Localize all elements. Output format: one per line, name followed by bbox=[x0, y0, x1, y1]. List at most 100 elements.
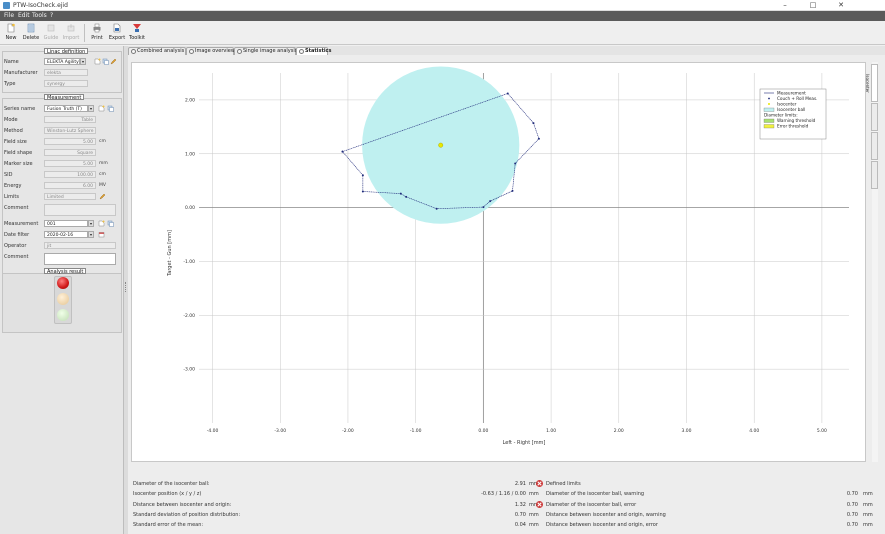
result-right-value: 0.70 bbox=[846, 512, 858, 518]
linac-header: Linac definition bbox=[44, 48, 89, 55]
measurement-point bbox=[532, 122, 535, 125]
series-comment-label: Comment bbox=[4, 205, 29, 211]
edit-pencil-icon[interactable] bbox=[99, 193, 106, 200]
result-value: 1.32 bbox=[514, 502, 526, 508]
toolbar-separator bbox=[84, 24, 85, 42]
delete-button[interactable]: Delete bbox=[22, 23, 40, 43]
legend-warning: Warning threshold bbox=[777, 118, 816, 123]
energy-field: 6.00 bbox=[44, 182, 96, 189]
statistics-icon bbox=[299, 49, 304, 54]
series-name-label: Series name bbox=[4, 106, 36, 112]
menu-edit[interactable]: Edit bbox=[18, 12, 30, 19]
operator-field[interactable]: jit bbox=[44, 242, 116, 249]
calendar-icon[interactable] bbox=[98, 231, 105, 238]
copy-linac-icon[interactable] bbox=[102, 58, 109, 65]
x-tick-label: 0.00 bbox=[478, 428, 488, 434]
isocenter-chart[interactable]: -4.00 -3.00 -2.00 -1.00 0.00 1.00 2.00 3.00 4.00… bbox=[132, 63, 867, 463]
measurement-point bbox=[399, 192, 402, 195]
result-right-value: 0.70 bbox=[846, 502, 858, 508]
measurement-point bbox=[537, 137, 540, 140]
series-name-combo[interactable]: Fusion Truth (T) bbox=[44, 105, 88, 112]
field-size-field: 5.00 bbox=[44, 138, 96, 145]
splitter-grip[interactable] bbox=[125, 282, 127, 292]
measurement-point bbox=[482, 206, 485, 209]
new-linac-icon[interactable] bbox=[94, 58, 101, 65]
sid-field: 100.00 bbox=[44, 171, 96, 178]
measurement-point bbox=[341, 150, 344, 153]
tab-statistics[interactable]: Statistics bbox=[296, 47, 332, 55]
import-button[interactable]: Import bbox=[62, 23, 80, 43]
chevron-down-icon[interactable]: ▾ bbox=[88, 220, 94, 227]
chevron-down-icon[interactable]: ▾ bbox=[80, 58, 86, 65]
error-icon bbox=[536, 501, 543, 508]
result-unit: mm bbox=[529, 512, 539, 518]
results-panel: Diameter of the isocenter ball: 2.91 mm … bbox=[128, 476, 885, 534]
measurement-point bbox=[511, 189, 514, 192]
minimize-button[interactable]: – bbox=[771, 0, 799, 11]
side-tab-4[interactable] bbox=[871, 161, 878, 189]
red-light bbox=[57, 277, 69, 289]
result-right-label: Defined limits bbox=[546, 481, 581, 487]
side-tab-2[interactable] bbox=[871, 103, 878, 131]
y-tick-label: -3.00 bbox=[183, 367, 195, 373]
field-size-label: Field size bbox=[4, 139, 27, 145]
measurement-combo[interactable]: 001 bbox=[44, 220, 88, 227]
menu-file[interactable]: File bbox=[4, 12, 14, 19]
yellow-light bbox=[57, 293, 69, 305]
sid-label: SID bbox=[4, 172, 13, 178]
result-label: Distance between isocenter and origin: bbox=[133, 502, 232, 508]
edit-pencil-icon[interactable] bbox=[110, 58, 117, 65]
menu-help[interactable]: ? bbox=[50, 12, 53, 19]
y-tick-label: 2.00 bbox=[185, 97, 195, 103]
print-button[interactable]: Print bbox=[88, 23, 106, 43]
new-measurement-icon[interactable] bbox=[98, 220, 105, 227]
field-shape-label: Field shape bbox=[4, 150, 33, 156]
image-icon bbox=[189, 49, 194, 54]
tab-image-overview[interactable]: Image overview bbox=[186, 47, 235, 55]
toolkit-button[interactable]: Toolkit bbox=[128, 23, 146, 43]
legend-isocenter: Isocenter bbox=[777, 102, 797, 107]
series-comment-field bbox=[44, 204, 116, 216]
side-tab-isocenter[interactable]: Isocenter bbox=[865, 64, 878, 102]
x-tick-label: -1.00 bbox=[410, 428, 422, 434]
close-button[interactable]: ✕ bbox=[827, 0, 855, 11]
copy-series-icon[interactable] bbox=[107, 105, 114, 112]
tab-combined-analysis[interactable]: Combined analysis bbox=[128, 47, 186, 55]
marker-size-label: Marker size bbox=[4, 161, 33, 167]
copy-measurement-icon[interactable] bbox=[107, 220, 114, 227]
window-title: PTW-IsoCheck.ejid bbox=[13, 2, 68, 9]
x-tick-label: -4.00 bbox=[207, 428, 219, 434]
legend-isocenter-swatch bbox=[768, 103, 770, 105]
delete-icon bbox=[27, 23, 35, 33]
measurement-point bbox=[405, 195, 408, 198]
date-filter-field[interactable]: 2020-02-16 bbox=[44, 231, 88, 238]
measurement-comment-field[interactable] bbox=[44, 253, 116, 265]
linac-name-combo[interactable]: ELEKTA Agility bbox=[44, 58, 80, 65]
guide-button[interactable]: Guide bbox=[42, 23, 60, 43]
y-tick-label: -1.00 bbox=[183, 259, 195, 265]
new-button[interactable]: New bbox=[2, 23, 20, 43]
measurement-header: Measurement bbox=[44, 94, 85, 101]
analysis-header: Analysis result bbox=[44, 268, 87, 275]
image-icon bbox=[237, 49, 242, 54]
type-label: Type bbox=[4, 81, 16, 87]
side-tab-3[interactable] bbox=[871, 132, 878, 160]
export-button[interactable]: Export bbox=[108, 23, 126, 43]
green-light bbox=[57, 309, 69, 321]
chevron-down-icon[interactable]: ▾ bbox=[88, 231, 94, 238]
import-icon bbox=[67, 24, 75, 32]
result-label: Isocenter position (x / y / z) bbox=[133, 491, 202, 497]
legend-ball-swatch bbox=[763, 107, 775, 112]
delete-label: Delete bbox=[22, 35, 40, 41]
sid-unit: cm bbox=[99, 172, 106, 177]
chevron-down-icon[interactable]: ▾ bbox=[88, 105, 94, 112]
maximize-button[interactable]: □ bbox=[799, 0, 827, 11]
tab-single-image-analysis[interactable]: Single image analysis bbox=[234, 47, 297, 55]
x-tick-label: 1.00 bbox=[546, 428, 556, 434]
export-label: Export bbox=[108, 35, 126, 41]
result-right-label: Distance between isocenter and origin, w… bbox=[546, 512, 666, 518]
method-label: Method bbox=[4, 128, 23, 134]
menu-tools[interactable]: Tools bbox=[32, 12, 47, 19]
result-right-label: Distance between isocenter and origin, e… bbox=[546, 522, 658, 528]
new-series-icon[interactable] bbox=[98, 105, 105, 112]
